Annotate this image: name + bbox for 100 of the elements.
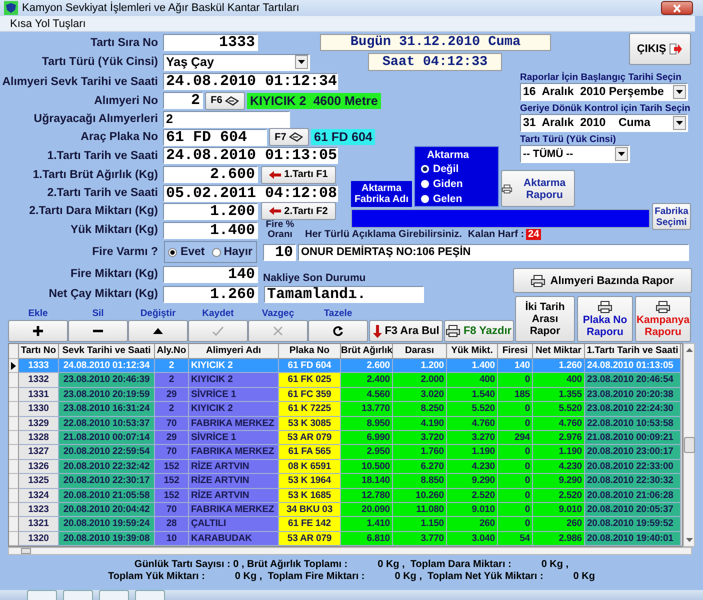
menu-item[interactable]: Kısa Yol Tuşları [10,18,86,30]
radio-option[interactable]: Evet [168,246,205,258]
table-row[interactable]: 1331 23.08.2010 20:19:59 29 SİVRİCE 1 61 FC 359 4.560 3.020 1.540 185 1.355 23.08.2010 20:20:38 [9,388,682,402]
table-cell: 2.976 [533,430,585,446]
table-cell: 21.08.2010 00:07:14 [59,430,155,446]
table-cell: 23.08.2010 20:20:38 [585,388,681,402]
input-field[interactable]: 1333 [163,34,258,51]
input-field[interactable]: 2 [163,92,203,109]
table-row[interactable]: 1324 20.08.2010 21:05:58 152 RİZE ARTVIN 53 K 1685 12.780 10.260 2.520 0 2.520 20.08.2010 21:06:28 [9,488,682,503]
table-cell: 0 [498,416,533,431]
dropdown-button[interactable] [295,55,308,69]
table-cell: 28 [155,517,189,532]
factory-field[interactable] [351,209,650,228]
table-row[interactable]: 1323 20.08.2010 20:04:42 70 FABRIKA MERKEZ 34 BKU 03 20.090 11.080 9.010 0 9.010 20.08.2010 20:05:37 [9,502,682,518]
field-label: 2.Tartı Dara Miktarı (Kg) [28,205,159,217]
weigh-button[interactable]: 2.Tartı F2 [261,202,336,220]
select-field[interactable]: 31 Aralık 2010 Cuma [520,114,688,132]
fire-rate-field[interactable]: 10 [263,244,296,260]
table-cell: 2 [155,402,189,417]
field-label: Alımyeri No [93,94,159,106]
radio-option[interactable]: Hayır [212,246,252,258]
select-field[interactable]: -- TÜMÜ -- [520,145,630,163]
select-field[interactable]: 16 Aralık 2010 Perşembe [520,83,688,101]
scroll-thumb[interactable] [684,437,694,454]
report-button[interactable]: Aktarma Raporu [501,170,575,207]
table-cell: 53 K 1964 [279,474,341,489]
action-button[interactable]: F3 Ara Bul [369,320,443,342]
table-row[interactable]: 1326 20.08.2010 22:32:42 152 RİZE ARTVIN 08 K 6591 10.500 6.270 4.230 0 4.230 20.08.2010 22:33:00 [9,460,682,474]
toolbar-button[interactable] [128,320,188,342]
radio-option[interactable]: Giden [421,177,498,191]
report-button[interactable]: Plaka No Raporu [577,296,633,342]
refresh-icon [332,325,344,337]
table-row[interactable]: 1325 20.08.2010 22:30:17 152 RİZE ARTVIN 53 K 1964 18.140 8.850 9.290 0 9.290 20.08.2010 22:30:32 [9,474,682,489]
horizontal-scrollbar[interactable] [8,547,692,556]
scroll-down-icon[interactable] [686,538,692,542]
summary-text: 0 Kg , Toplam Fire Miktarı : [234,571,365,582]
table-cell: 9.010 [533,502,585,518]
transport-status-field[interactable]: Tamamlandı. [264,286,424,302]
table-row[interactable]: 1321 20.08.2010 19:59:24 28 ÇALTILI 61 FE 142 1.410 1.150 260 0 260 20.08.2010 19:59:52 [9,517,682,532]
caret-icon [618,152,625,156]
vertical-scrollbar[interactable] [683,343,695,548]
lookup-button[interactable]: F7 [269,128,309,146]
tool-caption: Tazele [324,308,352,320]
report-button[interactable]: Kampanya Raporu [635,296,691,342]
weigh-button[interactable]: 1.Tartı F1 [261,166,336,184]
table-row[interactable]: 1320 20.08.2010 19:39:08 10 KARABUDAK 53 AR 079 6.810 3.770 3.040 54 2.986 20.08.2010 19:40:01 [9,532,682,546]
close-button[interactable] [661,1,693,15]
radio-option[interactable]: Gelen [421,192,498,206]
taskbar-button[interactable] [99,590,129,600]
table-cell: 2.520 [533,488,585,503]
table-cell: 20.08.2010 19:59:52 [585,517,681,532]
field-label: Alımyeri Sevk Tarihi ve Saati [1,76,159,88]
table-cell: 20.08.2010 22:30:17 [59,474,155,489]
tool-caption: Ekle [28,308,48,320]
table-cell: 0 [498,474,533,489]
input-field[interactable]: 140 [163,266,258,282]
toolbar-button[interactable] [308,320,368,342]
table-row[interactable]: 1327 20.08.2010 22:59:54 70 FABRIKA MERKEZ 61 FA 565 2.950 1.760 1.190 0 1.190 20.08.2010 23:00:17 [9,445,682,460]
dropdown-button[interactable] [673,116,686,130]
table-row[interactable]: 1332 23.08.2010 20:46:39 2 KIYICIK 2 61 FK 025 2.400 2.000 400 0 400 23.08.2010 20:46:54 [9,373,682,388]
table-cell: 2.986 [533,532,585,546]
field-label: Tartı Türü (Yük Cinsi) [40,56,159,68]
table-cell: FABRIKA MERKEZ [189,416,279,431]
dropdown-button[interactable] [615,147,628,161]
taskbar-button[interactable] [135,590,165,600]
table-cell: 1326 [19,460,59,474]
table-cell: 24.08.2010 01:13:05 [585,359,681,374]
dropdown-button[interactable] [673,85,686,99]
input-field[interactable]: 2.600 [163,166,258,183]
scroll-thumb[interactable] [21,548,31,554]
toolbar-button[interactable] [8,320,68,342]
table-cell: 29 [155,388,189,402]
input-field[interactable]: 2 [163,110,290,128]
factory-button[interactable]: Fabrika Seçimi [652,203,691,230]
table-row[interactable]: 1328 21.08.2010 00:07:14 29 SİVRİCE 1 53 AR 079 6.990 3.720 3.270 294 2.976 21.08.2010 00:09:21 [9,430,682,446]
table-cell: KARABUDAK [189,532,279,546]
input-field[interactable]: 24.08.2010 01:13:05 [163,147,338,164]
report-button[interactable]: Alımyeri Bazında Rapor [513,268,692,293]
input-field[interactable]: 1.400 [163,222,258,238]
radio-option[interactable]: Değil [421,162,498,176]
lookup-button[interactable]: F6 [205,92,245,110]
table-cell: 23.08.2010 16:31:24 [59,402,155,417]
taskbar-button[interactable] [63,590,93,600]
table-row[interactable]: 1330 23.08.2010 16:31:24 2 KIYICIK 2 61 K 7225 13.770 8.250 5.520 0 5.520 23.08.2010 22:24:30 [9,402,682,417]
input-field[interactable]: 05.02.2011 04:12:08 [163,184,338,202]
description-field[interactable]: ONUR DEMİRTAŞ NO:106 PEŞİN [298,244,689,260]
scroll-up-icon[interactable] [686,348,692,352]
exit-button[interactable]: ÇIKIŞ [629,33,691,65]
taskbar-button[interactable] [27,590,57,600]
select-field[interactable]: Yaş Çay [163,54,310,70]
row-indicator [9,474,19,489]
input-field[interactable]: 1.200 [163,202,258,220]
tool-caption: Sil [92,308,104,320]
action-button[interactable]: F8 Yazdır [444,320,514,342]
input-field[interactable]: 1.260 [163,286,258,302]
table-row[interactable]: 1329 22.08.2010 10:53:37 70 FABRIKA MERKEZ 53 K 3085 8.950 4.190 4.760 0 4.760 22.08.2010 10:53:58 [9,416,682,431]
input-field[interactable]: 24.08.2010 01:12:34 [163,73,338,90]
input-field[interactable]: 61 FD 604 [163,128,267,146]
report-button[interactable]: İki Tarih Arası Rapor [515,296,575,342]
table-cell: 260 [533,517,585,532]
